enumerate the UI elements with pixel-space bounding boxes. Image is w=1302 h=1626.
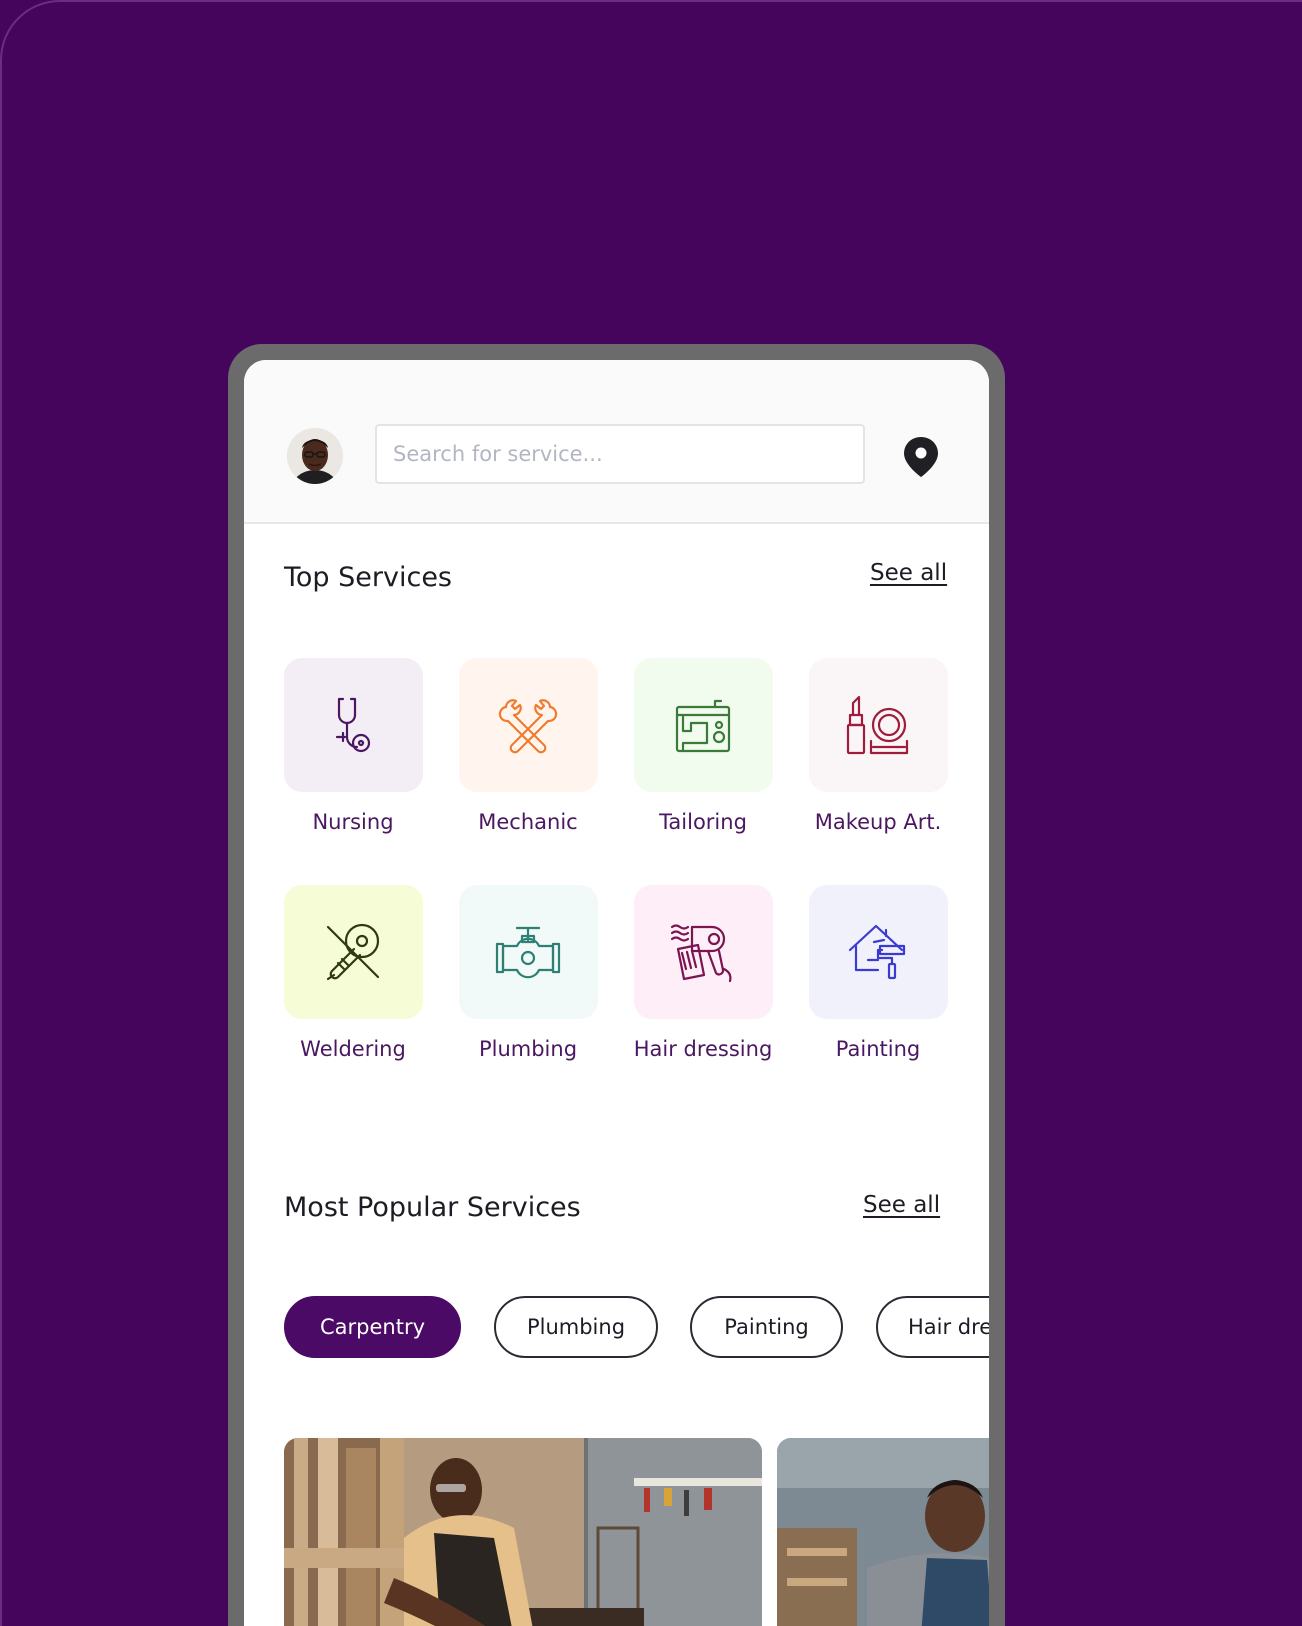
search-box <box>375 424 865 484</box>
hair-dryer-comb-icon <box>670 924 732 983</box>
service-tile <box>633 658 773 792</box>
chip-carpentry[interactable]: Carpentry <box>284 1296 461 1358</box>
service-tile <box>458 885 598 1019</box>
service-label: Hair dressing <box>633 1037 773 1061</box>
wrenches-icon <box>498 699 558 754</box>
user-avatar[interactable] <box>287 428 343 484</box>
service-label: Painting <box>835 1037 921 1061</box>
angle-grinder-icon <box>326 923 380 981</box>
chip-plumbing[interactable]: Plumbing <box>494 1296 658 1358</box>
top-services-see-all-link[interactable]: See all <box>870 560 947 586</box>
woodworker-photo <box>777 1438 989 1626</box>
service-label: Tailoring <box>659 810 747 834</box>
chip-hair-dressing[interactable]: Hair dressing <box>876 1296 989 1358</box>
service-tile <box>808 885 948 1019</box>
app-header <box>244 360 989 524</box>
popular-services-title: Most Popular Services <box>284 1192 581 1223</box>
service-label: Nursing <box>312 810 394 834</box>
service-tile <box>808 658 948 792</box>
service-tile <box>283 885 423 1019</box>
carpentry-photo-card[interactable] <box>284 1438 762 1626</box>
service-nursing[interactable]: Nursing <box>283 658 423 834</box>
stethoscope-icon <box>335 697 371 753</box>
phone-frame: Top Services See all Nursing <box>228 344 1005 1626</box>
service-makeup[interactable]: Makeup Art. <box>808 658 948 834</box>
app-screen: Top Services See all Nursing <box>244 360 989 1626</box>
service-label: Mechanic <box>478 810 578 834</box>
service-plumbing[interactable]: Plumbing <box>458 885 598 1061</box>
lipstick-compact-icon <box>846 695 909 755</box>
service-weldering[interactable]: Weldering <box>283 885 423 1061</box>
location-pin-icon[interactable] <box>900 435 942 479</box>
service-tile <box>458 658 598 792</box>
popular-services-see-all-link[interactable]: See all <box>863 1192 940 1218</box>
service-tile <box>633 885 773 1019</box>
top-services-title: Top Services <box>284 562 452 593</box>
service-label: Plumbing <box>478 1037 578 1061</box>
house-paint-roller-icon <box>848 924 906 980</box>
service-hair-dressing[interactable]: Hair dressing <box>633 885 773 1061</box>
search-input[interactable] <box>377 426 863 482</box>
sewing-machine-icon <box>675 699 731 753</box>
service-painting[interactable]: Painting <box>808 885 948 1061</box>
service-label: Makeup Art. <box>814 810 942 834</box>
carpenter-photo <box>284 1438 762 1626</box>
second-photo-card[interactable] <box>777 1438 989 1626</box>
chip-painting[interactable]: Painting <box>690 1296 843 1358</box>
background-canvas: Top Services See all Nursing <box>0 0 1302 1626</box>
service-mechanic[interactable]: Mechanic <box>458 658 598 834</box>
service-tile <box>283 658 423 792</box>
pipe-valve-icon <box>495 926 561 979</box>
service-tailoring[interactable]: Tailoring <box>633 658 773 834</box>
service-label: Weldering <box>300 1037 406 1061</box>
